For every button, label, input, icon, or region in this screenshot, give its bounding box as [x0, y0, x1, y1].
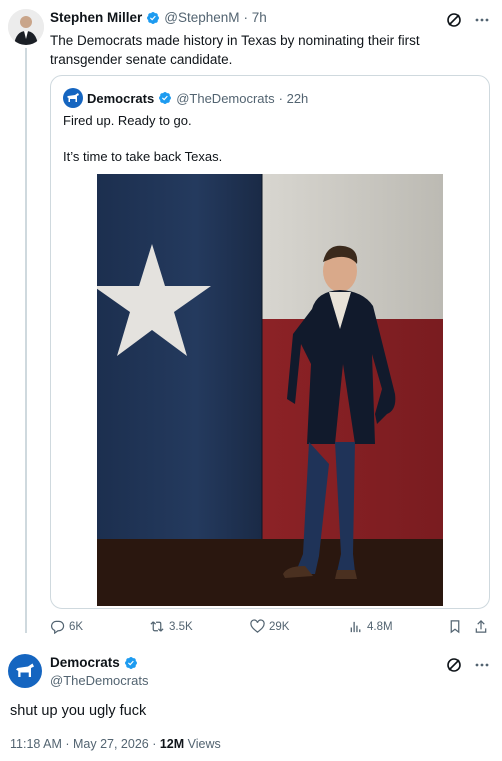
reply-views-count: 12M — [159, 737, 185, 751]
reply-icon — [51, 620, 65, 634]
reply-timestamp[interactable]: 11:18 AM · May 27, 2026 · — [10, 737, 160, 751]
reply-meta: 11:18 AM · May 27, 2026 · 12M Views — [10, 737, 221, 751]
tweet-header: Stephen Miller @StephenM · 7h — [50, 10, 267, 25]
author-handle[interactable]: @StephenM — [164, 10, 239, 25]
heart-icon — [250, 619, 265, 633]
bookmark-icon — [450, 620, 460, 634]
grok-icon[interactable] — [446, 12, 462, 28]
quote-avatar[interactable] — [63, 88, 83, 108]
reply-count: 6K — [69, 620, 84, 633]
reply-avatar[interactable] — [8, 654, 42, 688]
share-button[interactable] — [474, 619, 488, 634]
reply-author-row: Democrats — [50, 655, 138, 670]
reply-views-label: Views — [184, 737, 221, 751]
quoted-tweet-card[interactable]: Democrats @TheDemocrats · 22h Fired up. … — [50, 75, 490, 609]
more-options-icon[interactable] — [474, 12, 490, 28]
verified-badge-icon — [159, 92, 172, 104]
repost-count: 3.5K — [169, 620, 193, 633]
avatar[interactable] — [8, 9, 44, 45]
quote-text: Fired up. Ready to go. It’s time to take… — [63, 111, 473, 183]
tweet-text: The Democrats made history in Texas by n… — [50, 33, 420, 67]
share-icon — [475, 620, 487, 633]
reply-button[interactable]: 6K — [50, 619, 83, 634]
verified-badge-icon — [147, 11, 160, 24]
quote-line-1: Fired up. Ready to go. — [63, 113, 192, 128]
reply-top-icons — [446, 657, 490, 673]
quote-header: Democrats @TheDemocrats · 22h — [63, 88, 308, 108]
author-name[interactable]: Stephen Miller — [50, 10, 142, 25]
like-count: 29K — [269, 620, 290, 633]
reply-text: shut up you ugly fuck — [10, 703, 147, 719]
quote-time[interactable]: · 22h — [279, 91, 309, 106]
quote-author-handle[interactable]: @TheDemocrats — [176, 91, 274, 106]
more-options-icon[interactable] — [474, 657, 490, 673]
action-bar: 6K 3.5K 29K 4.8M — [50, 619, 490, 637]
repost-button[interactable]: 3.5K — [149, 619, 193, 634]
tweet-top-icons — [446, 12, 490, 28]
verified-badge-icon — [124, 656, 137, 669]
donkey-logo-icon — [67, 93, 79, 102]
donkey-logo-icon — [16, 663, 34, 677]
views-chart-icon — [350, 621, 361, 633]
thread-line — [25, 48, 27, 633]
grok-icon[interactable] — [446, 657, 462, 673]
tweet-time[interactable]: · 7h — [244, 10, 267, 25]
quote-line-2: It’s time to take back Texas. — [63, 149, 223, 164]
repost-icon — [150, 621, 164, 632]
like-button[interactable]: 29K — [250, 619, 289, 634]
reply-author-handle[interactable]: @TheDemocrats — [50, 673, 148, 688]
views-button[interactable]: 4.8M — [349, 619, 393, 634]
bookmark-button[interactable] — [448, 619, 462, 634]
quote-author-name[interactable]: Democrats — [87, 91, 154, 106]
reply-author-name[interactable]: Democrats — [50, 655, 120, 670]
quote-photo[interactable] — [97, 174, 443, 606]
views-count: 4.8M — [367, 620, 393, 633]
